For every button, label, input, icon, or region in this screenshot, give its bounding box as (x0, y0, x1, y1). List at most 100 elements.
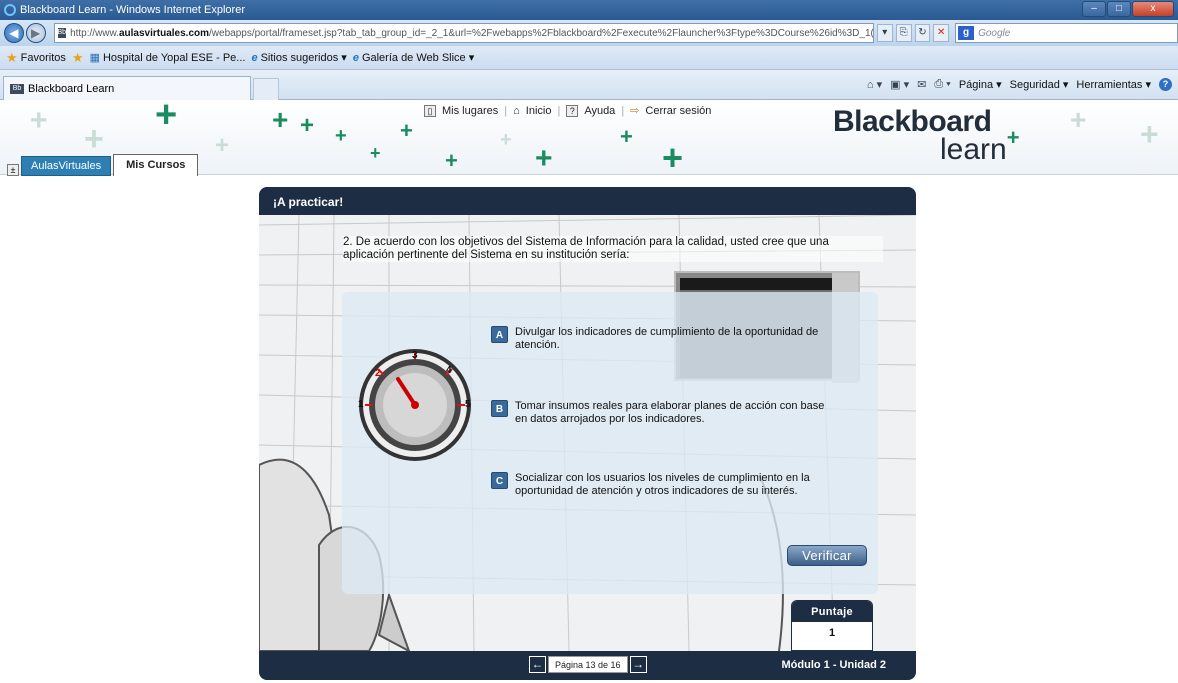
gauge-icon (359, 349, 471, 461)
security-menu[interactable]: Seguridad ▾ (1010, 78, 1069, 91)
add-favorite-icon[interactable]: ★ (72, 50, 84, 66)
favorite-item-hospital[interactable]: ▦ Hospital de Yopal ESE - Pe... (89, 51, 246, 65)
favorite-item-suggested[interactable]: e Sitios sugeridos ▾ (251, 51, 347, 65)
link-home[interactable]: Inicio (526, 105, 552, 117)
home-icon[interactable]: ⌂ ▾ (867, 78, 882, 91)
web-page: + + + + + + + + + + + + + + + + ▯ Mis lu… (0, 100, 1178, 683)
option-a-text: Divulgar los indicadores de cumplimiento… (515, 326, 819, 351)
address-toolbar: ◀ ▶ Bb http://www. aulasvirtuales.com/web… (0, 20, 1178, 46)
favorite-item-webslice[interactable]: e Galería de Web Slice ▾ (353, 51, 475, 65)
decor-plus-icon: + (272, 104, 289, 135)
decor-plus-icon: + (620, 124, 633, 149)
browser-tab-label: Blackboard Learn (28, 82, 115, 95)
tab-mis-cursos[interactable]: Mis Cursos (113, 154, 199, 176)
learn-logo: learn+ (940, 125, 1020, 167)
compatibility-view-icon[interactable]: ⎘ (895, 24, 912, 42)
favorites-bar: ★ Favoritos ★ ▦ Hospital de Yopal ESE - … (0, 46, 1178, 70)
address-prefix: http://www. (70, 27, 119, 39)
decor-plus-icon: + (445, 148, 458, 173)
tab-aulas-virtuales[interactable]: AulasVirtuales (21, 156, 112, 176)
learning-module: ¡A practicar! 2. De acuerdo con los obje… (259, 187, 916, 680)
module-body: 2. De acuerdo con los objetivos del Sist… (259, 215, 916, 651)
gauge-label-3: 3 (412, 350, 418, 361)
expand-toggle-icon[interactable]: ± (7, 164, 19, 176)
google-icon: g (958, 26, 975, 40)
tools-menu[interactable]: Herramientas ▾ (1076, 78, 1151, 91)
back-button[interactable]: ◀ (4, 23, 24, 43)
decor-plus-icon: + (400, 118, 413, 143)
link-my-places[interactable]: Mis lugares (442, 105, 498, 117)
blackboard-favicon-icon: Bb (10, 83, 24, 94)
favorite-item-label: Sitios sugeridos ▾ (260, 52, 347, 64)
command-bar: ⌂ ▾ ▣ ▾ ✉ ⎙ ▾ Página ▾ Seguridad ▾ Herra… (867, 78, 1172, 91)
decor-plus-icon: + (215, 132, 230, 159)
decor-plus-icon: + (335, 125, 347, 147)
help-icon[interactable]: ? (1159, 78, 1172, 91)
address-path: /webapps/portal/frameset.jsp?tab_tab_gro… (209, 27, 874, 39)
option-letter-b[interactable]: B (491, 400, 508, 417)
divider: | (621, 104, 625, 117)
print-icon[interactable]: ⎙ ▾ (934, 78, 950, 91)
help-link-icon: ? (566, 104, 579, 117)
browser-tab-blackboard[interactable]: Bb Blackboard Learn (3, 76, 251, 100)
prev-page-button[interactable]: ← (529, 656, 546, 673)
decor-plus-icon: + (155, 100, 178, 136)
search-box[interactable]: g Google (955, 23, 1178, 43)
module-header: ¡A practicar! (259, 187, 916, 215)
favorites-label: Favoritos (20, 51, 66, 64)
course-tabs: ± AulasVirtuales Mis Cursos (7, 154, 199, 176)
learn-logo-text: learn (940, 133, 1007, 166)
feeds-icon[interactable]: ▣ ▾ (890, 78, 909, 91)
gauge-label-4: 4 (446, 365, 452, 376)
favorites-button[interactable]: ★ Favoritos (6, 50, 66, 66)
ie-logo-icon (4, 4, 16, 16)
decor-plus-icon: + (662, 137, 684, 178)
address-bar[interactable]: Bb http://www. aulasvirtuales.com/webapps… (53, 23, 874, 43)
option-letter-c[interactable]: C (491, 472, 508, 489)
next-page-button[interactable]: → (629, 656, 647, 673)
gauge-label-2: 2 (375, 368, 381, 379)
window-title-bar: Blackboard Learn - Windows Internet Expl… (0, 0, 1178, 20)
favorite-item-label: Hospital de Yopal ESE - Pe... (102, 51, 246, 64)
address-dropdown-icon[interactable]: ▾ (876, 24, 893, 42)
decor-plus-icon: + (84, 120, 104, 158)
close-button[interactable]: x (1132, 1, 1174, 17)
link-logout[interactable]: Cerrar sesión (645, 105, 711, 117)
page-menu[interactable]: Página ▾ (959, 78, 1002, 91)
ie-e-icon: e (251, 51, 258, 64)
link-help[interactable]: Ayuda (584, 105, 615, 117)
my-places-icon: ▯ (424, 104, 436, 117)
decor-plus-icon: + (300, 112, 315, 139)
address-domain: aulasvirtuales.com (118, 27, 210, 39)
divider: | (504, 104, 508, 117)
forward-button[interactable]: ▶ (25, 23, 46, 43)
stop-icon[interactable]: ✕ (933, 24, 950, 42)
gauge-label-1: 1 (358, 399, 364, 410)
refresh-icon[interactable]: ↻ (914, 24, 931, 42)
minimize-button[interactable]: – (1082, 1, 1106, 17)
verify-button[interactable]: Verificar (787, 545, 867, 566)
window-title: Blackboard Learn - Windows Internet Expl… (20, 4, 245, 16)
maximize-button[interactable]: □ (1107, 1, 1131, 17)
option-c[interactable]: C Socializar con los usuarios los nivele… (491, 472, 831, 498)
option-letter-a[interactable]: A (491, 326, 508, 343)
favorite-item-label: Galería de Web Slice ▾ (361, 52, 475, 64)
option-b[interactable]: B Tomar insumos reales para elaborar pla… (491, 400, 831, 426)
gauge-label-5: 5 (465, 399, 471, 410)
mail-icon[interactable]: ✉ (917, 78, 926, 91)
new-tab-button[interactable] (253, 78, 279, 100)
decor-plus-icon: + (30, 104, 48, 137)
learn-plus-icon: + (1006, 125, 1020, 150)
score-value: 1 (828, 627, 836, 639)
divider: | (557, 104, 561, 117)
home-link-icon: ⌂ (513, 104, 520, 117)
option-c-text: Socializar con los usuarios los niveles … (515, 472, 810, 497)
score-box: Puntaje 1 (791, 600, 873, 651)
module-footer: ← Página 13 de 16 → Módulo 1 - Unidad 2 (259, 651, 916, 680)
folder-icon: ▦ (89, 52, 100, 64)
option-b-text: Tomar insumos reales para elaborar plane… (515, 400, 825, 425)
decor-plus-icon: + (1140, 116, 1159, 152)
blackboard-header: + + + + + + + + + + + + + + + + ▯ Mis lu… (0, 100, 1178, 178)
star-icon: ★ (6, 49, 18, 65)
option-a[interactable]: A Divulgar los indicadores de cumplimien… (491, 326, 831, 352)
